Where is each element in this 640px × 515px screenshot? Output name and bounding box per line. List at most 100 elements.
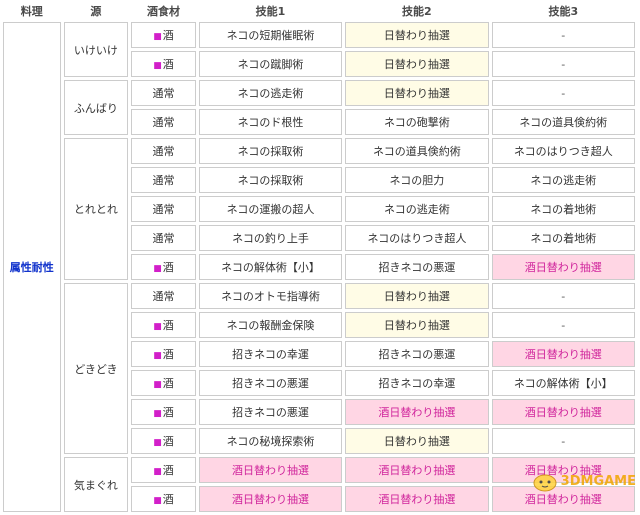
- ingredient-cell: ■酒: [131, 51, 196, 77]
- skill3-cell: 酒日替わり抽選: [491, 399, 635, 425]
- ingredient-label: 酒: [162, 464, 174, 477]
- skill3-cell: -: [491, 51, 635, 77]
- sake-marker-icon: ■: [153, 32, 162, 42]
- skill3-cell: ネコの着地術: [491, 196, 635, 222]
- skill2-cell: 招きネコの悪運: [345, 254, 489, 280]
- ingredient-label: 酒: [162, 319, 174, 332]
- skill2-cell: ネコの砲撃術: [345, 109, 489, 135]
- skill2-cell: 酒日替わり抽選: [345, 399, 489, 425]
- skill2-cell: 酒日替わり抽選: [345, 457, 489, 483]
- ingredient-cell: 通常: [131, 167, 196, 193]
- header-row: 料理 源 酒食材 技能1 技能2 技能3: [3, 3, 635, 19]
- sake-marker-icon: ■: [153, 409, 162, 419]
- ingredient-label: 酒: [162, 406, 174, 419]
- ingredient-cell: 通常: [131, 109, 196, 135]
- sake-marker-icon: ■: [153, 438, 162, 448]
- ingredient-cell: ■酒: [131, 254, 196, 280]
- source-cell: どきどき: [63, 283, 129, 454]
- sake-marker-icon: ■: [153, 322, 162, 332]
- ingredient-label: 酒: [162, 348, 174, 361]
- ingredient-cell: ■酒: [131, 370, 196, 396]
- sake-marker-icon: ■: [153, 61, 162, 71]
- sake-marker-icon: ■: [153, 496, 162, 506]
- skill3-cell: -: [491, 283, 635, 309]
- skill1-cell: 招きネコの幸運: [198, 341, 343, 367]
- watermark: 3DMGAME: [532, 470, 636, 492]
- skill2-cell: 酒日替わり抽選: [345, 486, 489, 512]
- ingredient-cell: 通常: [131, 138, 196, 164]
- ingredient-cell: ■酒: [131, 428, 196, 454]
- skill2-cell: 招きネコの悪運: [345, 341, 489, 367]
- category-cell: 属性耐性: [3, 22, 61, 512]
- skill2-cell: ネコの道具倹約術: [345, 138, 489, 164]
- skill2-cell: 日替わり抽選: [345, 312, 489, 338]
- header-source: 源: [63, 3, 129, 19]
- skill1-cell: ネコの採取術: [198, 167, 343, 193]
- ingredient-label: 酒: [162, 377, 174, 390]
- ingredient-cell: 通常: [131, 283, 196, 309]
- ingredient-cell: 通常: [131, 196, 196, 222]
- skill3-cell: ネコのはりつき超人: [491, 138, 635, 164]
- header-dish: 料理: [3, 3, 61, 19]
- sake-marker-icon: ■: [153, 264, 162, 274]
- skill3-cell: 酒日替わり抽選: [491, 341, 635, 367]
- skill1-cell: ネコの採取術: [198, 138, 343, 164]
- skill2-cell: 日替わり抽選: [345, 283, 489, 309]
- ingredient-label: 酒: [162, 261, 174, 274]
- header-ingredient: 酒食材: [131, 3, 196, 19]
- skill3-cell: ネコの道具倹約術: [491, 109, 635, 135]
- skill1-cell: ネコの短期催眠術: [198, 22, 343, 48]
- watermark-text: 3DMGAME: [560, 473, 636, 489]
- ingredient-cell: ■酒: [131, 457, 196, 483]
- skill1-cell: ネコのオトモ指導術: [198, 283, 343, 309]
- ingredient-cell: 通常: [131, 80, 196, 106]
- skill1-cell: 酒日替わり抽選: [198, 486, 343, 512]
- header-skill1: 技能1: [198, 3, 343, 19]
- sake-marker-icon: ■: [153, 380, 162, 390]
- skill1-cell: ネコのド根性: [198, 109, 343, 135]
- skill3-cell: ネコの解体術【小】: [491, 370, 635, 396]
- skill2-cell: ネコのはりつき超人: [345, 225, 489, 251]
- skill1-cell: 招きネコの悪運: [198, 399, 343, 425]
- skill3-cell: -: [491, 22, 635, 48]
- skill2-cell: 招きネコの幸運: [345, 370, 489, 396]
- skill2-cell: 日替わり抽選: [345, 80, 489, 106]
- mascot-icon: [533, 474, 557, 492]
- skill3-cell: 酒日替わり抽選: [491, 254, 635, 280]
- ingredient-cell: ■酒: [131, 312, 196, 338]
- ingredient-label: 酒: [162, 29, 174, 42]
- header-skill3: 技能3: [491, 3, 635, 19]
- skill1-cell: ネコの蹴脚術: [198, 51, 343, 77]
- skill1-cell: 酒日替わり抽選: [198, 457, 343, 483]
- ingredient-cell: ■酒: [131, 399, 196, 425]
- source-cell: ふんばり: [63, 80, 129, 135]
- skill3-cell: -: [491, 312, 635, 338]
- skill1-cell: ネコの運搬の超人: [198, 196, 343, 222]
- ingredient-cell: ■酒: [131, 341, 196, 367]
- sake-marker-icon: ■: [153, 467, 162, 477]
- skill1-cell: ネコの解体術【小】: [198, 254, 343, 280]
- ingredient-cell: ■酒: [131, 486, 196, 512]
- skill3-cell: ネコの着地術: [491, 225, 635, 251]
- ingredient-cell: ■酒: [131, 22, 196, 48]
- header-skill2: 技能2: [345, 3, 489, 19]
- ingredient-label: 酒: [162, 493, 174, 506]
- skill3-cell: ネコの逃走術: [491, 167, 635, 193]
- skill2-cell: 日替わり抽選: [345, 22, 489, 48]
- skill3-cell: -: [491, 428, 635, 454]
- table-row: とれとれ 通常 ネコの採取術 ネコの道具倹約術 ネコのはりつき超人: [3, 138, 635, 280]
- skill2-cell: 日替わり抽選: [345, 428, 489, 454]
- ingredient-label: 酒: [162, 435, 174, 448]
- table-body: 属性耐性 いけいけ ■酒 ネコの短期催眠術 日替わり抽選 - ■酒 ネコの蹴脚術 日替わり抽選 -…: [3, 22, 635, 512]
- skill2-cell: ネコの逃走術: [345, 196, 489, 222]
- skill1-cell: ネコの釣り上手: [198, 225, 343, 251]
- source-cell: 気まぐれ: [63, 457, 129, 512]
- table-row: どきどき 通常 ネコのオトモ指導術 日替わり抽選 -: [3, 283, 635, 454]
- ingredient-label: 酒: [162, 58, 174, 71]
- skill1-cell: ネコの秘境探索術: [198, 428, 343, 454]
- skill3-cell: -: [491, 80, 635, 106]
- source-cell: とれとれ: [63, 138, 129, 280]
- source-cell: いけいけ: [63, 22, 129, 77]
- skill1-cell: 招きネコの悪運: [198, 370, 343, 396]
- table-row: ふんばり 通常 ネコの逃走術 日替わり抽選 -: [3, 80, 635, 135]
